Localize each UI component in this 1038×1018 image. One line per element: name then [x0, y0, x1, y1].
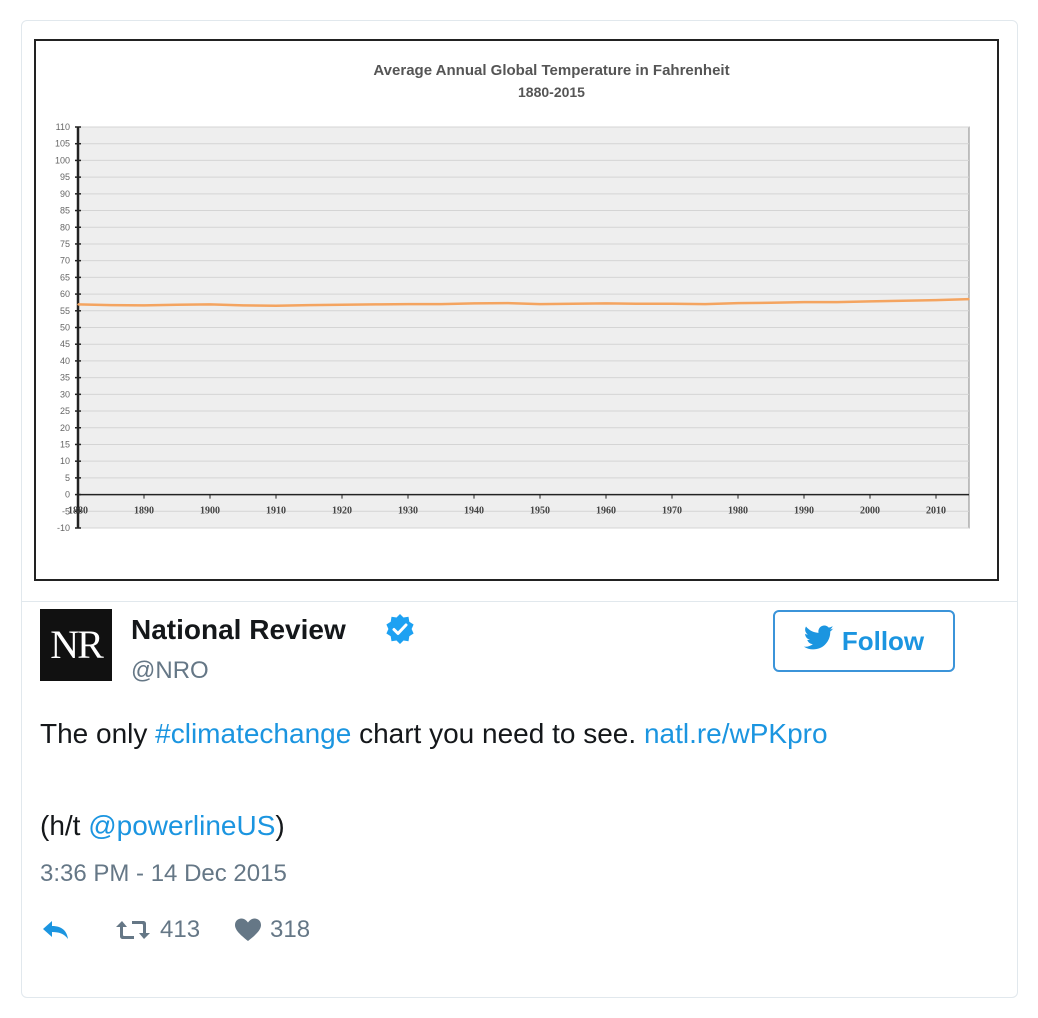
data-point	[308, 304, 310, 306]
x-tick-label: 2010	[926, 506, 946, 517]
data-point	[638, 302, 640, 305]
y-tick-label: 110	[56, 122, 70, 132]
avatar[interactable]: NR	[40, 609, 112, 681]
y-tick-label: 50	[60, 323, 70, 333]
y-tick-label: 40	[60, 356, 70, 366]
y-tick-label: 5	[65, 473, 70, 483]
y-tick-label: 35	[60, 373, 70, 383]
tweet-text-middle: chart you need to see.	[351, 718, 644, 749]
temperature-chart: -10-505101520253035404550556065707580859…	[55, 62, 970, 533]
data-point	[704, 303, 706, 305]
y-tick-label: 95	[60, 172, 70, 182]
x-tick-label: 1950	[530, 506, 550, 517]
data-point	[836, 301, 838, 303]
y-tick-label: 70	[60, 256, 70, 266]
chart-subtitle: 1880-2015	[518, 84, 585, 100]
data-point	[275, 304, 277, 307]
follow-button[interactable]: Follow	[773, 610, 955, 672]
data-point	[473, 302, 475, 305]
author-handle[interactable]: @NRO	[131, 657, 209, 685]
retweet-count: 413	[160, 916, 201, 943]
mention-link[interactable]: @powerlineUS	[88, 810, 275, 841]
x-tick-label: 1960	[596, 506, 616, 517]
chart-image: -10 -5 0 5 10 15 20 25 30 35 40 45 50 55 60 65 70 75 80 85 9…	[34, 39, 999, 581]
y-tick-label: 85	[60, 206, 70, 216]
follow-label: Follow	[841, 625, 925, 656]
y-tick-label: 105	[55, 139, 70, 149]
data-point	[110, 304, 112, 306]
y-tick-label: 55	[60, 306, 70, 316]
data-point	[374, 303, 376, 306]
x-tick-label: 1890	[134, 506, 154, 517]
data-point	[935, 299, 937, 301]
data-point	[407, 303, 409, 305]
data-point	[209, 303, 211, 306]
x-tick-label: 1880	[68, 506, 88, 517]
y-tick-label: 45	[60, 339, 70, 349]
reply-button[interactable]	[40, 918, 80, 942]
retweet-button[interactable]: 413	[114, 916, 200, 944]
like-count: 318	[270, 916, 311, 943]
tweet-card: -10 -5 0 5 10 15 20 25 30 35 40 45 50 55 60 65 70 75 80 85 9…	[21, 20, 1018, 998]
y-tick-label: 65	[60, 272, 70, 282]
y-tick-label: -10	[57, 523, 70, 533]
y-tick-label: 100	[55, 155, 70, 165]
data-point	[143, 304, 145, 307]
y-tick-label: 0	[65, 490, 70, 500]
like-button[interactable]: 318	[234, 916, 310, 944]
tweet-text-start: The only	[40, 718, 156, 749]
x-tick-label: 1970	[662, 506, 682, 517]
hat-tip: (h/t @powerlineUS)	[40, 810, 285, 842]
hashtag-link[interactable]: #climatechange	[155, 718, 351, 749]
data-point	[506, 302, 508, 304]
data-point	[341, 303, 343, 306]
x-tick-label: 1990	[794, 506, 814, 517]
heart-icon	[235, 918, 262, 941]
url-link[interactable]: natl.re/wPKpro	[644, 718, 828, 749]
data-point	[770, 301, 772, 304]
data-point	[572, 302, 574, 305]
hat-tip-open: (h/t	[40, 810, 89, 841]
data-point	[869, 300, 871, 303]
verified-badge-icon	[385, 614, 415, 649]
data-point	[77, 303, 79, 306]
timestamp[interactable]: 3:36 PM - 14 Dec 2015	[40, 860, 287, 888]
chart-title: Average Annual Global Temperature in Fah…	[373, 62, 729, 79]
x-tick-label: 2000	[860, 506, 880, 517]
y-tick-label: 25	[60, 406, 70, 416]
y-tick-label: 15	[60, 439, 70, 449]
data-point	[539, 303, 541, 305]
data-point	[671, 302, 673, 305]
data-point	[968, 298, 970, 300]
data-point	[176, 303, 178, 306]
x-tick-label: 1980	[728, 506, 748, 517]
y-tick-label: 30	[60, 389, 70, 399]
data-point	[440, 303, 442, 305]
data-point	[737, 302, 739, 304]
retweet-icon	[116, 921, 150, 939]
x-tick-label: 1940	[464, 506, 484, 517]
x-tick-label: 1920	[332, 506, 352, 517]
y-tick-label: 60	[60, 289, 70, 299]
x-tick-label: 1930	[398, 506, 418, 517]
y-tick-label: 90	[60, 189, 70, 199]
y-tick-label: 80	[60, 222, 70, 232]
x-tick-label: 1900	[200, 506, 220, 517]
tweet-media[interactable]: -10 -5 0 5 10 15 20 25 30 35 40 45 50 55 60 65 70 75 80 85 9…	[22, 21, 1017, 602]
tweet-actions: 413 318	[40, 916, 344, 944]
y-tick-label: 20	[60, 423, 70, 433]
y-tick-label: 10	[60, 456, 70, 466]
data-point	[242, 304, 244, 307]
reply-icon	[43, 921, 68, 939]
author-name[interactable]: National Review	[131, 614, 346, 646]
data-point	[902, 299, 904, 302]
hat-tip-close: )	[275, 810, 285, 841]
data-point	[605, 302, 607, 305]
y-tick-label: 75	[60, 239, 70, 249]
tweet-text: The only #climatechange chart you need t…	[40, 718, 828, 750]
data-point	[803, 301, 805, 303]
x-tick-label: 1910	[266, 506, 286, 517]
twitter-bird-icon	[803, 625, 834, 658]
